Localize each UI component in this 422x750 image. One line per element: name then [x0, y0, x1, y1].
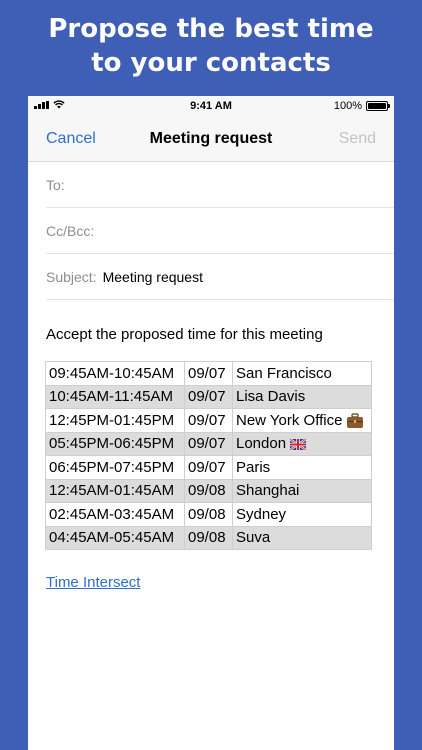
city-label: London — [236, 435, 287, 453]
city-label: Suva — [236, 529, 271, 547]
status-bar: 9:41 AM 100% — [28, 96, 394, 116]
city-label: New York Office — [236, 411, 343, 429]
briefcase-icon — [347, 413, 364, 428]
city-label: Sydney — [236, 505, 287, 523]
time-cell: 12:45PM-01:45PM — [45, 408, 185, 433]
time-cell: 09:45AM-10:45AM — [45, 361, 185, 386]
table-row: 06:45PM-07:45PM 09/07 Paris — [45, 455, 372, 480]
table-row: 12:45AM-01:45AM 09/08 Shanghai — [45, 478, 372, 503]
date-cell: 09/07 — [184, 361, 233, 386]
city-label: Lisa Davis — [236, 388, 306, 406]
nav-bar: Cancel Meeting request Send — [28, 116, 394, 162]
date-cell: 09/07 — [184, 384, 233, 409]
time-cell: 02:45AM-03:45AM — [45, 502, 185, 527]
table-row: 04:45AM-05:45AM 09/08 Suva — [45, 525, 372, 550]
subject-field[interactable]: Subject: Meeting request — [46, 254, 394, 300]
time-cell: 06:45PM-07:45PM — [45, 455, 185, 480]
battery-percent: 100% — [333, 100, 362, 112]
subject-value[interactable]: Meeting request — [103, 269, 203, 285]
to-field[interactable]: To: — [46, 162, 394, 208]
city-cell: London — [232, 431, 372, 456]
time-intersect-link[interactable]: Time Intersect — [46, 574, 140, 591]
promo-heading: Propose the best time to your contacts — [0, 12, 422, 80]
time-cell: 12:45AM-01:45AM — [45, 478, 185, 503]
city-label: Paris — [236, 458, 271, 476]
table-row: 05:45PM-06:45PM 09/07 London — [45, 431, 372, 456]
cc-bcc-label: Cc/Bcc: — [46, 222, 95, 239]
uk-flag-icon — [290, 438, 307, 450]
city-cell: Shanghai — [232, 478, 372, 503]
time-cell: 10:45AM-11:45AM — [45, 384, 185, 409]
promo-line-2: to your contacts — [91, 48, 331, 78]
subject-label: Subject: — [46, 268, 97, 285]
date-cell: 09/08 — [184, 478, 233, 503]
city-cell: Sydney — [232, 502, 372, 527]
date-cell: 09/07 — [184, 431, 233, 456]
table-row: 02:45AM-03:45AM 09/08 Sydney — [45, 502, 372, 527]
proposed-times-table: 09:45AM-10:45AM 09/07 San Francisco 10:4… — [45, 361, 372, 550]
message-intro: Accept the proposed time for this meetin… — [46, 326, 323, 343]
date-cell: 09/07 — [184, 408, 233, 433]
date-cell: 09/08 — [184, 525, 233, 550]
time-cell: 05:45PM-06:45PM — [45, 431, 185, 456]
to-label: To: — [46, 176, 65, 193]
date-cell: 09/08 — [184, 502, 233, 527]
table-row: 09:45AM-10:45AM 09/07 San Francisco — [45, 361, 372, 386]
send-button[interactable]: Send — [339, 130, 376, 148]
city-cell: San Francisco — [232, 361, 372, 386]
phone-screen: 9:41 AM 100% Cancel Meeting request Send… — [28, 96, 394, 750]
city-cell: Lisa Davis — [232, 384, 372, 409]
time-cell: 04:45AM-05:45AM — [45, 525, 185, 550]
city-cell: Paris — [232, 455, 372, 480]
city-cell: Suva — [232, 525, 372, 550]
promo-line-1: Propose the best time — [48, 14, 374, 44]
city-label: San Francisco — [236, 364, 332, 382]
cc-bcc-field[interactable]: Cc/Bcc: — [46, 208, 394, 254]
city-cell: New York Office — [232, 408, 372, 433]
table-row: 10:45AM-11:45AM 09/07 Lisa Davis — [45, 384, 372, 409]
table-row: 12:45PM-01:45PM 09/07 New York Office — [45, 408, 372, 433]
battery-icon — [366, 101, 390, 111]
city-label: Shanghai — [236, 482, 300, 500]
date-cell: 09/07 — [184, 455, 233, 480]
status-right: 100% — [333, 100, 390, 112]
